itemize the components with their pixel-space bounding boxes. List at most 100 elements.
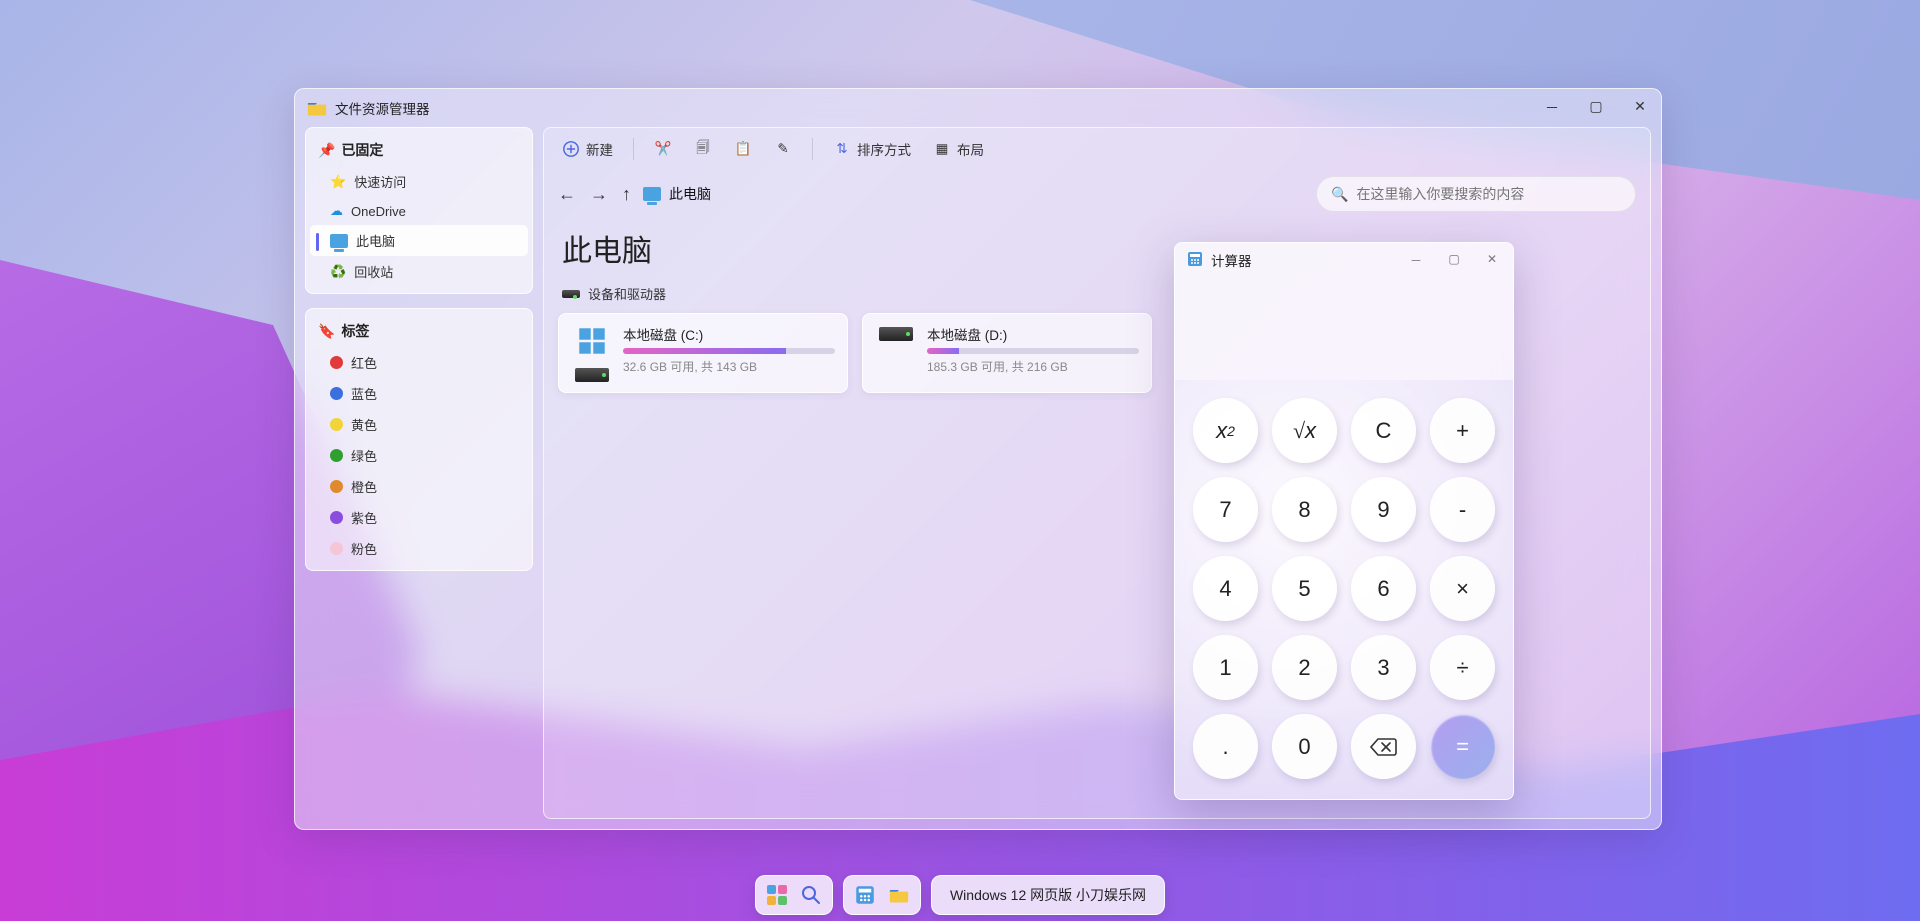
calc-key[interactable]: × bbox=[1430, 556, 1495, 621]
task-explorer[interactable] bbox=[884, 880, 914, 910]
calc-key[interactable]: 0 bbox=[1272, 714, 1337, 779]
start-button[interactable] bbox=[762, 880, 792, 910]
tag-icon: 🔖 bbox=[318, 323, 335, 340]
layout-label: 布局 bbox=[957, 139, 984, 159]
copy-icon: 🗐 bbox=[694, 140, 712, 158]
tag-label: 粉色 bbox=[351, 539, 377, 558]
start-search-group bbox=[755, 875, 833, 915]
separator bbox=[812, 138, 813, 160]
separator bbox=[633, 138, 634, 160]
sidebar-item-quick-access[interactable]: ⭐ 快速访问 bbox=[310, 166, 528, 197]
new-button[interactable]: 新建 bbox=[554, 134, 621, 164]
rename-button[interactable]: ✎ bbox=[766, 135, 800, 163]
calc-maximize-button[interactable]: ▢ bbox=[1445, 252, 1463, 269]
tag-item[interactable]: 紫色 bbox=[310, 502, 528, 533]
taskbar-search-button[interactable] bbox=[796, 880, 826, 910]
drive-card[interactable]: 本地磁盘 (D:) 185.3 GB 可用, 共 216 GB bbox=[862, 313, 1152, 393]
sort-icon: ⇅ bbox=[833, 140, 851, 158]
tag-item[interactable]: 绿色 bbox=[310, 440, 528, 471]
sort-button[interactable]: ⇅ 排序方式 bbox=[825, 134, 919, 164]
calc-key[interactable]: 5 bbox=[1272, 556, 1337, 621]
up-button[interactable]: ↑ bbox=[622, 184, 631, 205]
calc-key[interactable]: - bbox=[1430, 477, 1495, 542]
tag-item[interactable]: 黄色 bbox=[310, 409, 528, 440]
calc-key[interactable] bbox=[1351, 714, 1416, 779]
calc-key[interactable]: 4 bbox=[1193, 556, 1258, 621]
sidebar-item-onedrive[interactable]: ☁ OneDrive bbox=[310, 197, 528, 225]
drive-card[interactable]: 本地磁盘 (C:) 32.6 GB 可用, 共 143 GB bbox=[558, 313, 848, 393]
cut-button[interactable]: ✂️ bbox=[646, 135, 680, 163]
paste-button[interactable]: 📋 bbox=[726, 135, 760, 163]
tag-item[interactable]: 红色 bbox=[310, 347, 528, 378]
taskbar-text-group[interactable]: Windows 12 网页版 小刀娱乐网 bbox=[931, 875, 1165, 915]
pc-icon bbox=[330, 234, 348, 248]
calc-key[interactable]: √x bbox=[1272, 398, 1337, 463]
calc-key[interactable]: 9 bbox=[1351, 477, 1416, 542]
recycle-icon: ♻️ bbox=[330, 264, 346, 280]
copy-button[interactable]: 🗐 bbox=[686, 135, 720, 163]
tag-dot-icon bbox=[330, 418, 343, 431]
calc-key[interactable]: C bbox=[1351, 398, 1416, 463]
calc-key[interactable]: 1 bbox=[1193, 635, 1258, 700]
drive-mini-icon bbox=[562, 290, 580, 298]
tag-item[interactable]: 粉色 bbox=[310, 533, 528, 564]
tags-panel: 🔖 标签 红色蓝色黄色绿色橙色紫色粉色 bbox=[305, 308, 533, 571]
calc-key[interactable]: 6 bbox=[1351, 556, 1416, 621]
calc-key[interactable]: 2 bbox=[1272, 635, 1337, 700]
sidebar-item-label: 此电脑 bbox=[356, 231, 395, 250]
tag-label: 橙色 bbox=[351, 477, 377, 496]
calc-key[interactable]: . bbox=[1193, 714, 1258, 779]
search-box[interactable]: 🔍 bbox=[1316, 176, 1636, 212]
back-button[interactable]: ← bbox=[558, 184, 576, 205]
maximize-button[interactable]: ▢ bbox=[1587, 98, 1605, 118]
tag-dot-icon bbox=[330, 387, 343, 400]
close-button[interactable]: ✕ bbox=[1631, 98, 1649, 118]
tag-label: 绿色 bbox=[351, 446, 377, 465]
calc-key[interactable]: x2 bbox=[1193, 398, 1258, 463]
tag-item[interactable]: 蓝色 bbox=[310, 378, 528, 409]
tag-label: 红色 bbox=[351, 353, 377, 372]
sidebar-item-recycle-bin[interactable]: ♻️ 回收站 bbox=[310, 256, 528, 287]
calc-close-button[interactable]: ✕ bbox=[1483, 252, 1501, 269]
explorer-titlebar[interactable]: 文件资源管理器 － ▢ ✕ bbox=[295, 89, 1661, 127]
star-icon: ⭐ bbox=[330, 174, 346, 190]
tag-dot-icon bbox=[330, 449, 343, 462]
calc-key[interactable]: 7 bbox=[1193, 477, 1258, 542]
tag-dot-icon bbox=[330, 356, 343, 369]
drive-usage-text: 32.6 GB 可用, 共 143 GB bbox=[623, 358, 835, 375]
sidebar-item-label: OneDrive bbox=[351, 204, 406, 219]
calc-titlebar[interactable]: 计算器 － ▢ ✕ bbox=[1175, 243, 1513, 277]
forward-button[interactable]: → bbox=[590, 184, 608, 205]
calc-key[interactable]: ÷ bbox=[1430, 635, 1495, 700]
scissors-icon: ✂️ bbox=[654, 140, 672, 158]
sidebar-item-this-pc[interactable]: 此电脑 bbox=[310, 225, 528, 256]
taskbar-text: Windows 12 网页版 小刀娱乐网 bbox=[938, 885, 1158, 905]
calc-key[interactable]: 8 bbox=[1272, 477, 1337, 542]
pinned-panel: 📌 已固定 ⭐ 快速访问 ☁ OneDrive 此电脑 ♻️ 回收站 bbox=[305, 127, 533, 294]
task-calculator[interactable] bbox=[850, 880, 880, 910]
tag-dot-icon bbox=[330, 480, 343, 493]
section-label-text: 设备和驱动器 bbox=[588, 284, 666, 303]
pc-icon bbox=[643, 187, 661, 201]
windows-logo-icon bbox=[578, 327, 606, 360]
tag-dot-icon bbox=[330, 542, 343, 555]
drive-usage-bar bbox=[927, 348, 1139, 354]
calc-key[interactable]: + bbox=[1430, 398, 1495, 463]
breadcrumb-label: 此电脑 bbox=[669, 184, 711, 204]
breadcrumb[interactable]: 此电脑 bbox=[643, 184, 1304, 204]
layout-button[interactable]: ▦ 布局 bbox=[925, 134, 992, 164]
tag-label: 蓝色 bbox=[351, 384, 377, 403]
calc-key[interactable]: = bbox=[1430, 714, 1495, 779]
search-icon: 🔍 bbox=[1331, 186, 1348, 203]
cloud-icon: ☁ bbox=[330, 203, 343, 219]
calc-key[interactable]: 3 bbox=[1351, 635, 1416, 700]
tag-item[interactable]: 橙色 bbox=[310, 471, 528, 502]
minimize-button[interactable]: － bbox=[1543, 98, 1561, 118]
drive-name: 本地磁盘 (D:) bbox=[927, 324, 1139, 344]
new-label: 新建 bbox=[586, 139, 613, 159]
tags-label: 标签 bbox=[341, 321, 369, 341]
hdd-icon bbox=[879, 327, 913, 341]
calc-minimize-button[interactable]: － bbox=[1407, 252, 1425, 269]
search-input[interactable] bbox=[1356, 186, 1621, 202]
pinned-label: 已固定 bbox=[341, 140, 383, 160]
